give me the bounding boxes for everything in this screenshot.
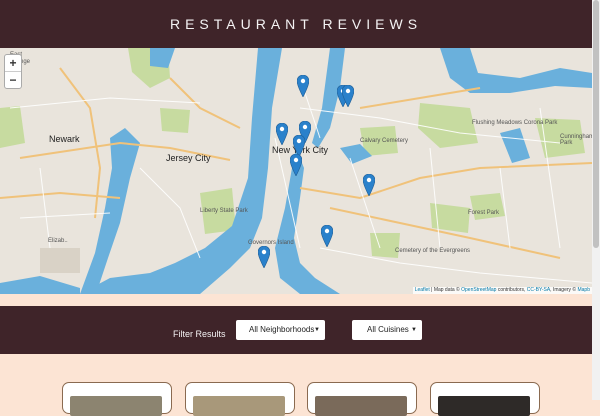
- cuisines-selected: All Cuisines: [367, 325, 409, 334]
- restaurant-card[interactable]: [307, 382, 417, 416]
- attribution-imagery: , Imagery ©: [550, 287, 577, 293]
- restaurant-image: [70, 396, 162, 416]
- attribution-contributors: contributors,: [497, 287, 526, 293]
- place-calvary-cemetery: Calvary Cemetery: [360, 138, 409, 144]
- place-cemetery-evergreens: Cemetery of the Evergreens: [395, 248, 471, 254]
- restaurant-image: [315, 396, 407, 416]
- place-forest-park: Forest Park: [468, 210, 500, 216]
- place-jersey-city: Jersey City: [166, 153, 211, 163]
- scrollbar[interactable]: [592, 0, 600, 400]
- scrollbar-thumb[interactable]: [593, 0, 599, 248]
- restaurant-card[interactable]: [62, 382, 172, 416]
- zoom-out-button[interactable]: −: [5, 71, 21, 88]
- neighborhoods-select[interactable]: All Neighborhoods ▼: [236, 320, 325, 340]
- chevron-down-icon: ▼: [411, 327, 417, 333]
- chevron-down-icon: ▼: [314, 327, 320, 333]
- place-flushing-meadows: Flushing Meadows Corona Park: [472, 120, 558, 126]
- place-newark: Newark: [49, 134, 80, 144]
- attribution-map-data: | Map data ©: [431, 287, 460, 293]
- osm-link[interactable]: OpenStreetMap: [461, 287, 496, 293]
- restaurant-card[interactable]: [185, 382, 295, 416]
- filter-bar: Filter Results All Neighborhoods ▼ All C…: [0, 306, 592, 354]
- restaurant-card[interactable]: [430, 382, 540, 416]
- page-title: RESTAURANT REVIEWS: [169, 16, 423, 32]
- place-liberty-state-park: Liberty State Park: [200, 208, 248, 214]
- restaurant-map[interactable]: East Orange Newark Jersey City New York …: [0, 48, 592, 294]
- app-header: RESTAURANT REVIEWS: [0, 0, 592, 48]
- neighborhoods-selected: All Neighborhoods: [249, 325, 315, 334]
- restaurant-image: [193, 396, 285, 416]
- mapbox-link[interactable]: Mapb: [577, 287, 590, 293]
- map-attribution: Leaflet | Map data © OpenStreetMap contr…: [412, 287, 592, 294]
- filter-results-label: Filter Results: [173, 329, 226, 339]
- zoom-in-button[interactable]: +: [5, 55, 21, 71]
- restaurant-image: [438, 396, 530, 416]
- license-link[interactable]: CC-BY-SA: [527, 287, 550, 293]
- zoom-control: + −: [4, 54, 22, 89]
- place-elizabeth: Elizab..: [48, 238, 68, 244]
- place-governors-island: Governors Island: [248, 240, 294, 246]
- leaflet-link[interactable]: Leaflet: [415, 287, 430, 293]
- cuisines-select[interactable]: All Cuisines ▼: [352, 320, 422, 340]
- place-cunningham-park: Cunningham Park: [560, 134, 592, 146]
